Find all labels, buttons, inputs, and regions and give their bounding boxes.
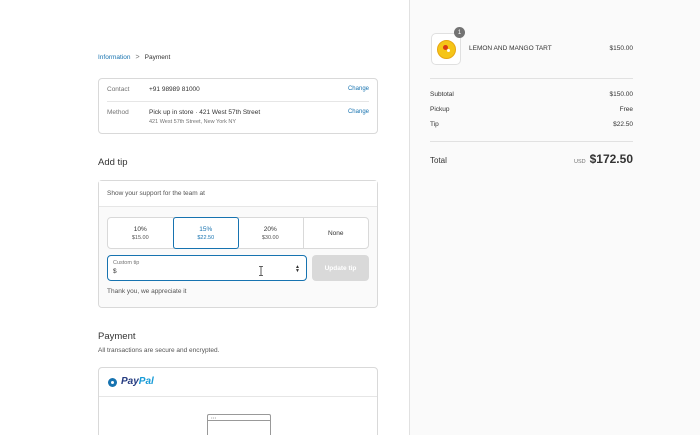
tip-option-percent: 15% <box>199 225 213 233</box>
tip-options: 10% $15.00 15% $22.50 20% $30.00 None <box>107 217 369 249</box>
quantity-badge: 1 <box>454 27 465 38</box>
tip-body: 10% $15.00 15% $22.50 20% $30.00 None Cu… <box>99 207 377 307</box>
breadcrumb-information[interactable]: Information <box>98 54 131 61</box>
tip-option-20[interactable]: 20% $30.00 <box>238 218 304 248</box>
browser-window-icon: ••• <box>207 414 271 435</box>
change-method-link[interactable]: Change <box>348 109 369 125</box>
tip-heading: Add tip <box>98 157 128 168</box>
tip-option-amount: $15.00 <box>131 234 149 241</box>
tip-option-10[interactable]: 10% $15.00 <box>108 218 174 248</box>
tip-option-15[interactable]: 15% $22.50 <box>172 217 239 249</box>
tart-image-icon <box>437 40 456 59</box>
method-address: 421 West 57th Street, New York NY <box>149 119 237 125</box>
payment-subtext: All transactions are secure and encrypte… <box>98 347 220 354</box>
tip-thanks-text: Thank you, we appreciate it <box>107 288 187 295</box>
stepper-icon[interactable]: ▲ ▼ <box>295 265 300 274</box>
method-value-wrap: Pick up in store · 421 West 57th Street … <box>149 109 348 125</box>
breadcrumb-payment: Payment <box>144 54 171 61</box>
tip-option-amount: $30.00 <box>261 234 279 241</box>
tip-box: Show your support for the team at 10% $1… <box>98 180 378 308</box>
change-contact-link[interactable]: Change <box>348 86 369 93</box>
pickup-value: Free <box>619 106 633 113</box>
total-label: Total <box>430 156 447 165</box>
tip-option-percent: 20% <box>263 225 277 233</box>
update-tip-button[interactable]: Update tip <box>312 255 369 281</box>
tip-support-text: Show your support for the team at <box>99 181 377 207</box>
pickup-row: Pickup Free <box>430 106 633 113</box>
payment-box: PayPal ••• <box>98 367 378 435</box>
divider <box>430 141 633 142</box>
paypal-option[interactable]: PayPal <box>99 368 377 397</box>
contact-label: Contact <box>107 86 130 93</box>
paypal-logo: PayPal <box>121 376 154 387</box>
product-price: $150.00 <box>609 45 634 52</box>
custom-tip-input[interactable]: Custom tip $ ▲ ▼ <box>107 255 307 281</box>
checkout-main: Information > Payment Contact +91 98989 … <box>0 0 409 435</box>
method-row: Method Pick up in store · 421 West 57th … <box>107 109 369 125</box>
divider <box>107 101 369 102</box>
text-cursor-icon <box>259 266 263 276</box>
total-currency: USD <box>573 159 586 165</box>
contact-row: Contact +91 98989 81000 Change <box>107 86 369 93</box>
total-value: $172.50 <box>589 152 633 166</box>
custom-tip-label: Custom tip <box>113 260 140 266</box>
tip-option-percent: None <box>327 229 344 237</box>
breadcrumb: Information > Payment <box>98 54 170 61</box>
tip-row: Tip $22.50 <box>430 121 633 128</box>
review-box: Contact +91 98989 81000 Change Method Pi… <box>98 78 378 134</box>
method-label: Method <box>107 109 129 116</box>
subtotal-label: Subtotal <box>430 91 454 98</box>
order-summary <box>409 0 700 435</box>
total-row: Total USD $172.50 <box>430 152 633 166</box>
radio-selected-icon[interactable] <box>108 378 117 387</box>
divider <box>430 78 633 79</box>
product-name: LEMON AND MANGO TART <box>469 45 552 52</box>
subtotal-row: Subtotal $150.00 <box>430 91 633 98</box>
contact-value: +91 98989 81000 <box>149 86 200 93</box>
payment-heading: Payment <box>98 331 136 342</box>
total-amount-wrap: USD $172.50 <box>574 152 633 166</box>
tip-option-amount: $22.50 <box>197 234 215 241</box>
tip-value: $22.50 <box>613 121 633 128</box>
pickup-label: Pickup <box>430 106 450 113</box>
subtotal-value: $150.00 <box>609 91 634 98</box>
tip-option-percent: 10% <box>133 225 147 233</box>
custom-tip-value: $ <box>113 268 117 275</box>
tip-label: Tip <box>430 121 439 128</box>
tip-option-none[interactable]: None <box>304 218 369 248</box>
product-thumbnail <box>431 33 461 65</box>
chevron-right-icon: > <box>135 54 140 61</box>
method-value: Pick up in store · 421 West 57th Street <box>149 109 261 116</box>
